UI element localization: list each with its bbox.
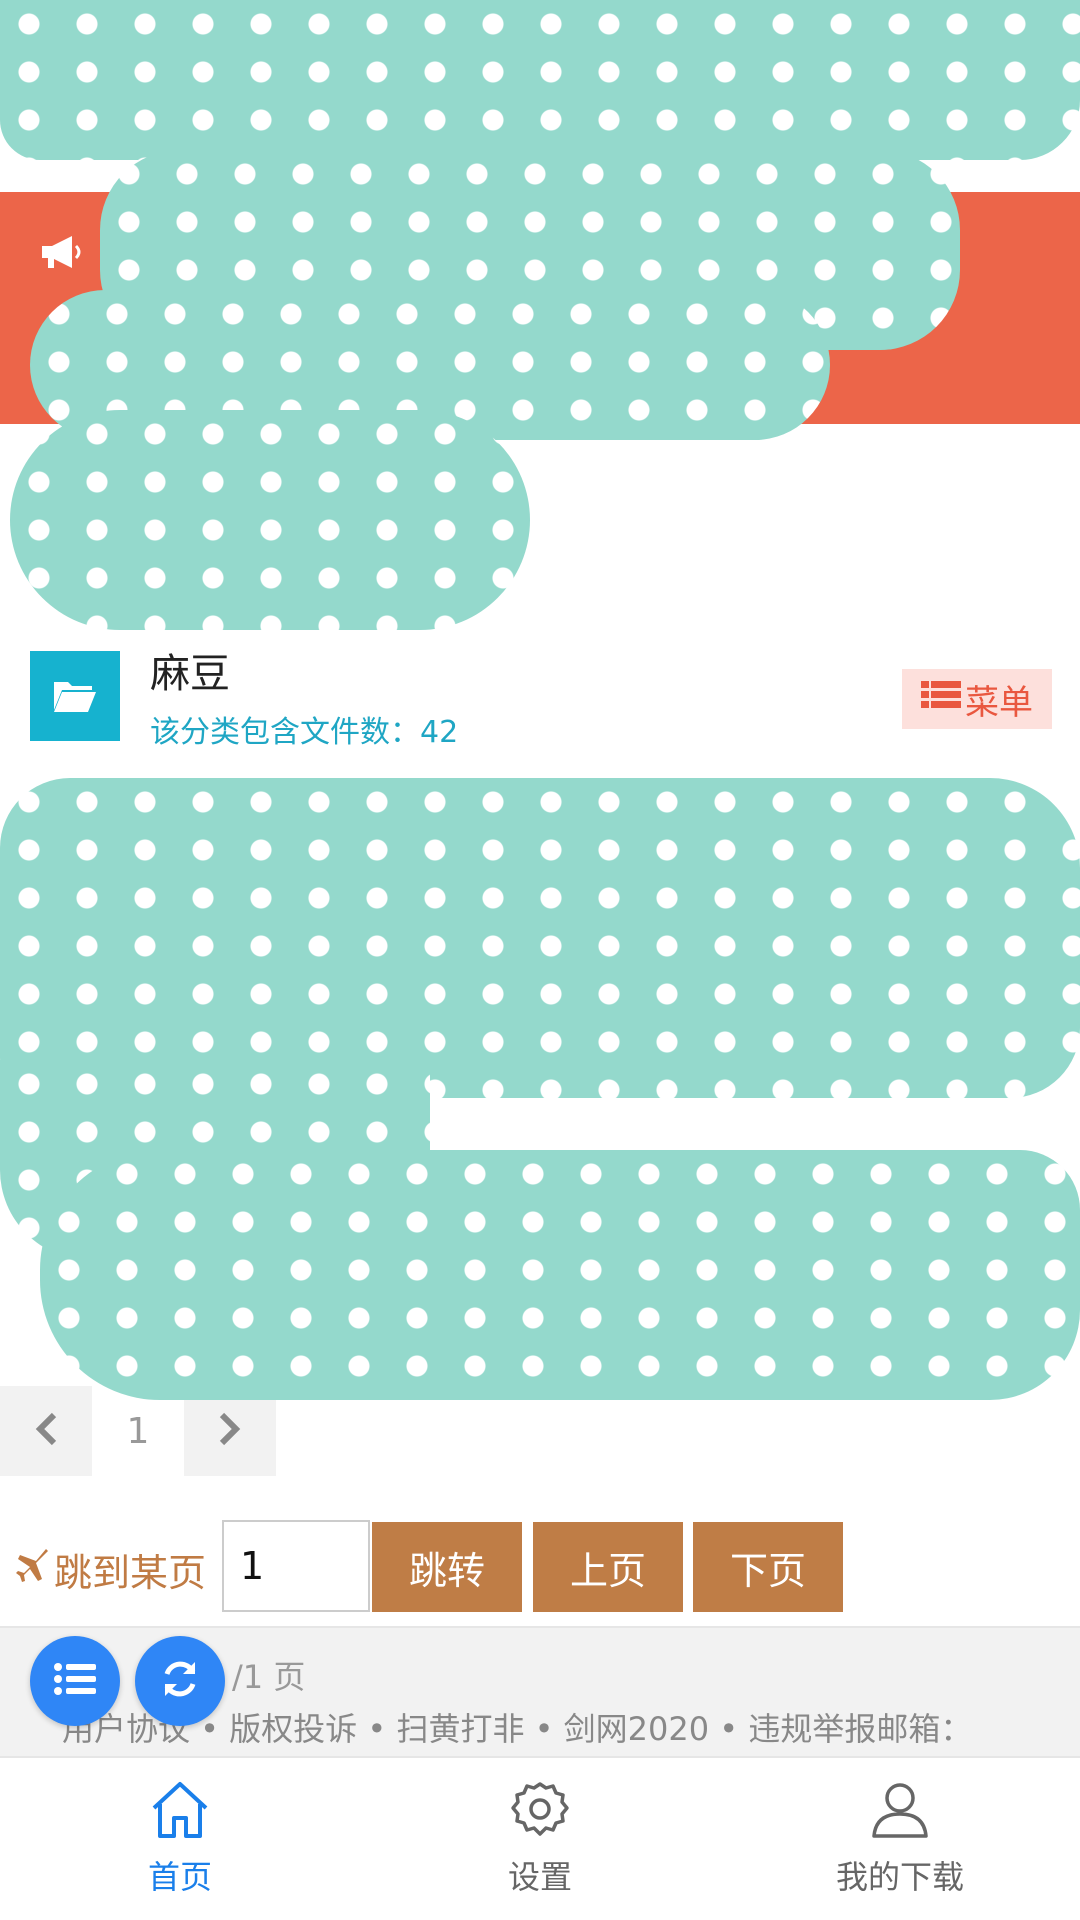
user-icon	[868, 1780, 932, 1844]
redaction-blob	[10, 410, 530, 630]
redaction-blob	[40, 1150, 1080, 1400]
bottom-tab-bar: 首页 设置 我的下载	[0, 1756, 1080, 1920]
category-file-count: 该分类包含文件数：42	[150, 715, 459, 750]
tab-home-label: 首页	[147, 1858, 212, 1896]
redaction-blob	[0, 778, 1080, 1098]
jump-label: 跳到某页	[16, 1542, 206, 1597]
list-icon	[921, 679, 961, 720]
menu-button[interactable]: 菜单	[902, 669, 1052, 729]
tab-settings[interactable]: 设置	[360, 1758, 720, 1920]
go-button[interactable]: 跳转	[372, 1522, 522, 1612]
jump-to-page: 跳到某页 跳转 上页 下页	[0, 1520, 1080, 1612]
tab-my-downloads-label: 我的下载	[835, 1858, 964, 1896]
airplane-icon	[16, 1548, 50, 1592]
jump-label-text: 跳到某页	[54, 1551, 207, 1595]
megaphone-icon	[36, 232, 86, 276]
refresh-icon	[159, 1658, 201, 1704]
menu-button-label: 菜单	[965, 682, 1033, 723]
tab-my-downloads[interactable]: 我的下载	[720, 1758, 1080, 1920]
page-number-input[interactable]	[222, 1520, 370, 1612]
gear-icon	[508, 1780, 572, 1844]
list-icon	[53, 1661, 97, 1701]
tab-home[interactable]: 首页	[0, 1758, 360, 1920]
tab-settings-label: 设置	[507, 1858, 572, 1896]
home-icon	[148, 1780, 212, 1844]
previous-page-button[interactable]: 上页	[533, 1522, 683, 1612]
page-count-info: /1 页	[232, 1658, 306, 1696]
chevron-left-icon	[34, 1411, 58, 1451]
category-name[interactable]: 麻豆	[150, 641, 230, 699]
prev-page-button[interactable]	[0, 1386, 92, 1476]
folder-icon	[30, 651, 120, 741]
redaction-blob	[0, 0, 1080, 160]
refresh-fab-button[interactable]	[135, 1636, 225, 1726]
list-fab-button[interactable]	[30, 1636, 120, 1726]
next-page-text-button[interactable]: 下页	[693, 1522, 843, 1612]
chevron-right-icon	[218, 1411, 242, 1451]
category-item[interactable]: 麻豆 该分类包含文件数：42 菜单	[0, 625, 1080, 765]
